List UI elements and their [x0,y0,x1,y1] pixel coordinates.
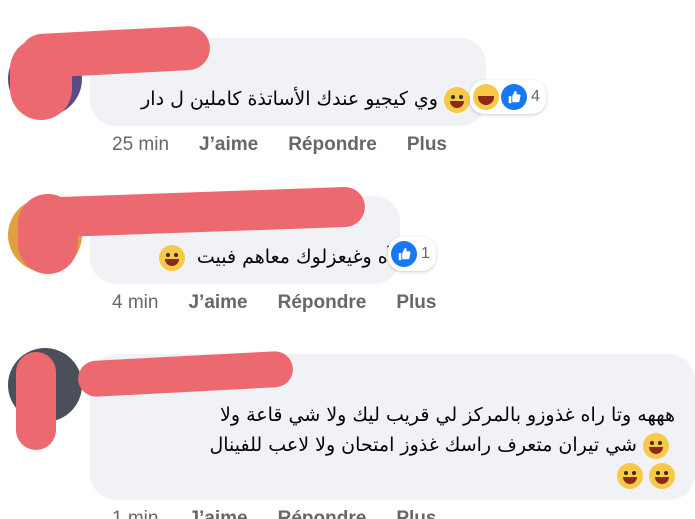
comment-text-line: هههه وتا راه غذوزو بالمركز لي قريب ليك و… [220,404,675,426]
comment-meta: 4 min J’aime Répondre Plus [112,292,466,314]
grinning-sweat-emoji-icon [158,244,185,271]
comment-text-line-with-emoji: شي تيران متعرف راسك غذوز امتحان ولا لاعب… [209,430,675,460]
comment-time[interactable]: 1 min [112,508,158,519]
like-button[interactable]: J’aime [188,508,247,519]
comment-text-content: وي كيجيو عندك الأساتذة كاملين ل دار [141,88,438,110]
comment-meta: 25 min J’aime Répondre Plus [112,134,477,156]
more-button[interactable]: Plus [396,508,436,519]
comment-meta: 1 min J’aime Répondre Plus [112,508,466,519]
more-button[interactable]: Plus [396,292,436,314]
rolling-laughing-emoji-icon [643,432,669,459]
rolling-laughing-emoji-icon [649,462,675,489]
comment-text: وي كيجيو عندك الأساتذة كاملين ل دار [141,86,470,113]
comment-text-line: شي تيران متعرف راسك غذوز امتحان ولا لاعب… [209,434,637,456]
comment-text: آه وغيعزلوك معاهم فبيت [158,244,393,271]
like-button[interactable]: J’aime [199,134,258,156]
redacted-avatar [18,194,78,274]
more-button[interactable]: Plus [407,134,447,156]
like-icon [501,84,527,110]
reactions-summary[interactable]: 4 [470,80,546,114]
reply-button[interactable]: Répondre [278,292,367,314]
comment-time[interactable]: 4 min [112,292,158,314]
emoji-row [209,460,675,490]
reaction-count: 1 [421,245,430,262]
haha-reaction-icon [473,84,499,110]
rolling-laughing-emoji-icon [616,462,643,489]
reply-button[interactable]: Répondre [288,134,377,156]
grinning-squint-emoji-icon [444,86,470,113]
redacted-avatar [10,38,72,120]
reactions-summary[interactable]: 1 [388,237,436,271]
comment-text: هههه وتا راه غذوزو بالمركز لي قريب ليك و… [209,400,675,490]
reply-button[interactable]: Répondre [278,508,367,519]
reaction-count: 4 [531,88,540,105]
comment-text-content: آه وغيعزلوك معاهم فبيت [196,246,393,268]
comment-time[interactable]: 25 min [112,134,169,156]
like-button[interactable]: J’aime [188,292,247,314]
like-icon [391,241,417,267]
redacted-avatar [16,352,56,450]
